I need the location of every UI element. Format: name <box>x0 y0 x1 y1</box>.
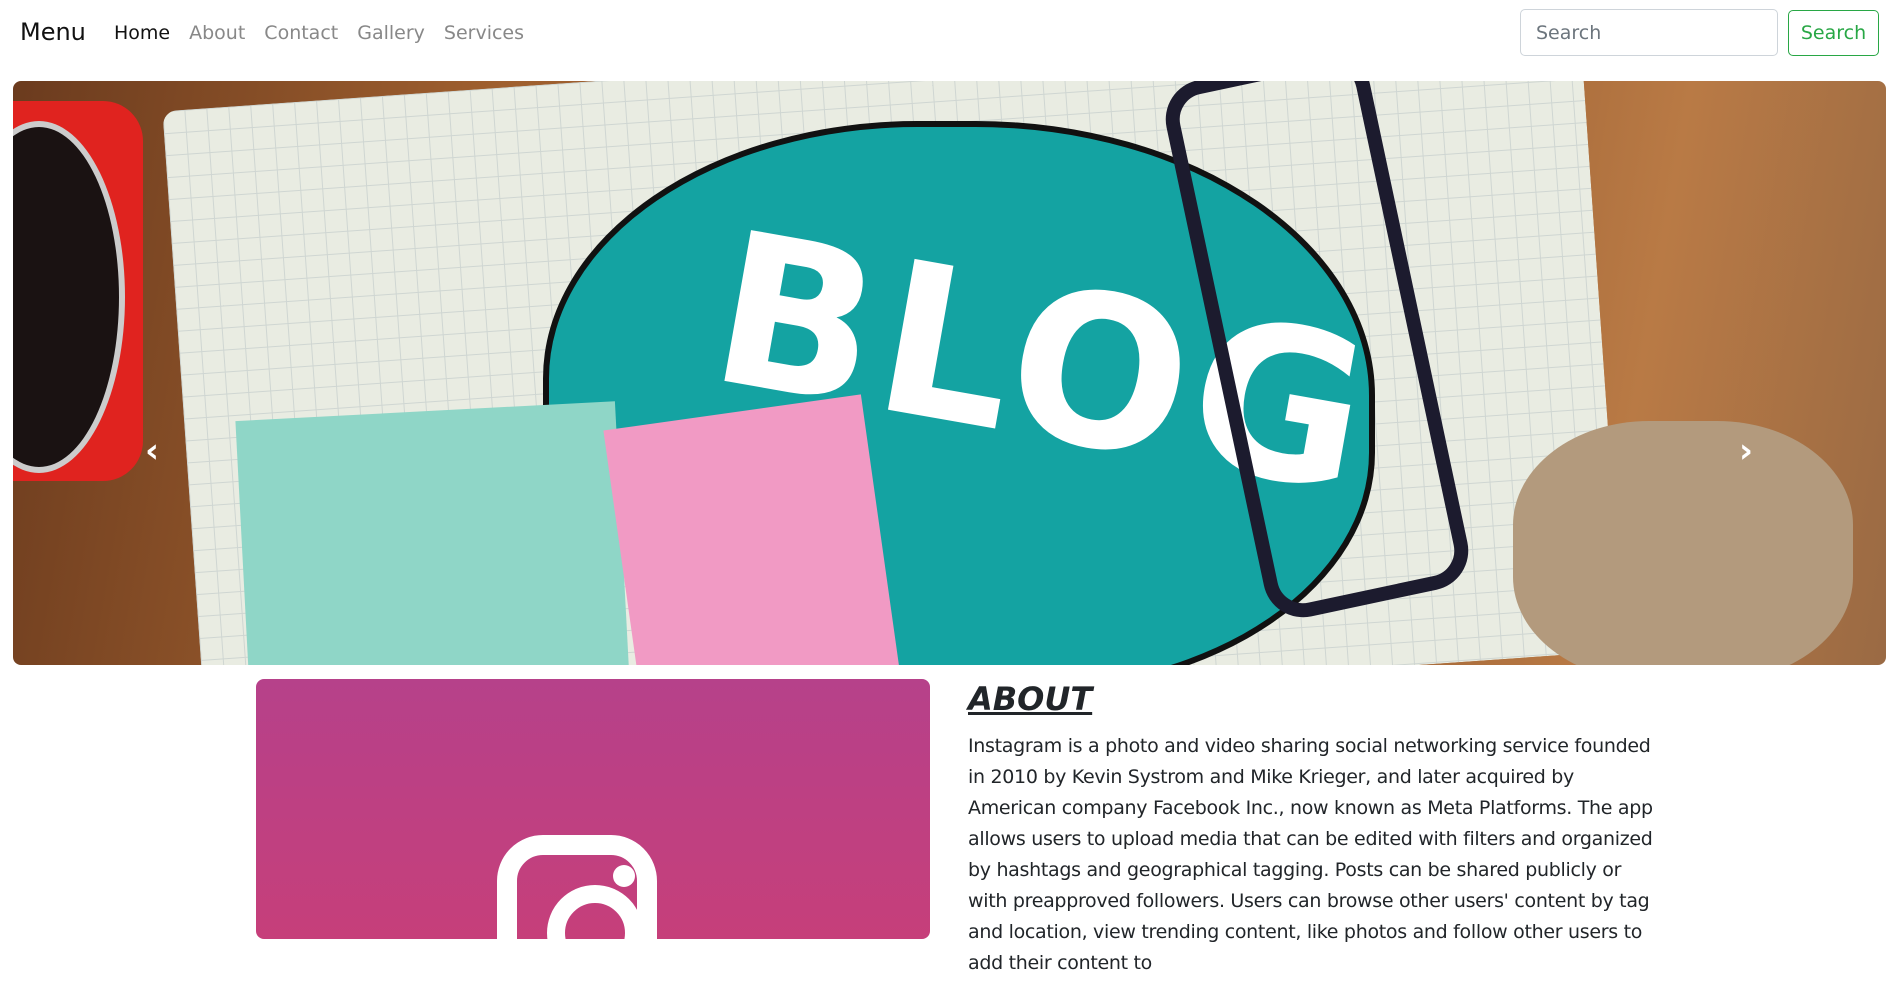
nav-link-about[interactable]: About <box>189 22 245 44</box>
chevron-left-icon[interactable]: ‹ <box>145 431 159 471</box>
nav-link-gallery[interactable]: Gallery <box>357 22 425 44</box>
instagram-icon <box>497 835 657 995</box>
nav-links: Home About Contact Gallery Services <box>114 22 524 44</box>
navbar-brand[interactable]: Menu <box>20 18 86 46</box>
about-text: Instagram is a photo and video sharing s… <box>968 735 1653 974</box>
nav-link-contact[interactable]: Contact <box>264 22 338 44</box>
instagram-image <box>256 679 930 995</box>
nav-link-home[interactable]: Home <box>114 22 170 44</box>
navbar: Menu Home About Contact Gallery Services… <box>0 0 1899 68</box>
search-button[interactable]: Search <box>1788 10 1879 56</box>
slide-crumpled-paper <box>1513 421 1853 665</box>
search-input[interactable] <box>1520 9 1778 56</box>
chevron-right-icon[interactable]: › <box>1739 431 1753 471</box>
instagram-dot <box>613 865 635 887</box>
nav-link-services[interactable]: Services <box>444 22 524 44</box>
carousel: BLOG ‹ › <box>13 81 1886 665</box>
slide-sticky-note-green <box>235 401 631 665</box>
slide-sticky-note-pink <box>603 394 903 665</box>
about-heading: ABOUT <box>968 680 1093 718</box>
instagram-lens <box>547 885 643 981</box>
